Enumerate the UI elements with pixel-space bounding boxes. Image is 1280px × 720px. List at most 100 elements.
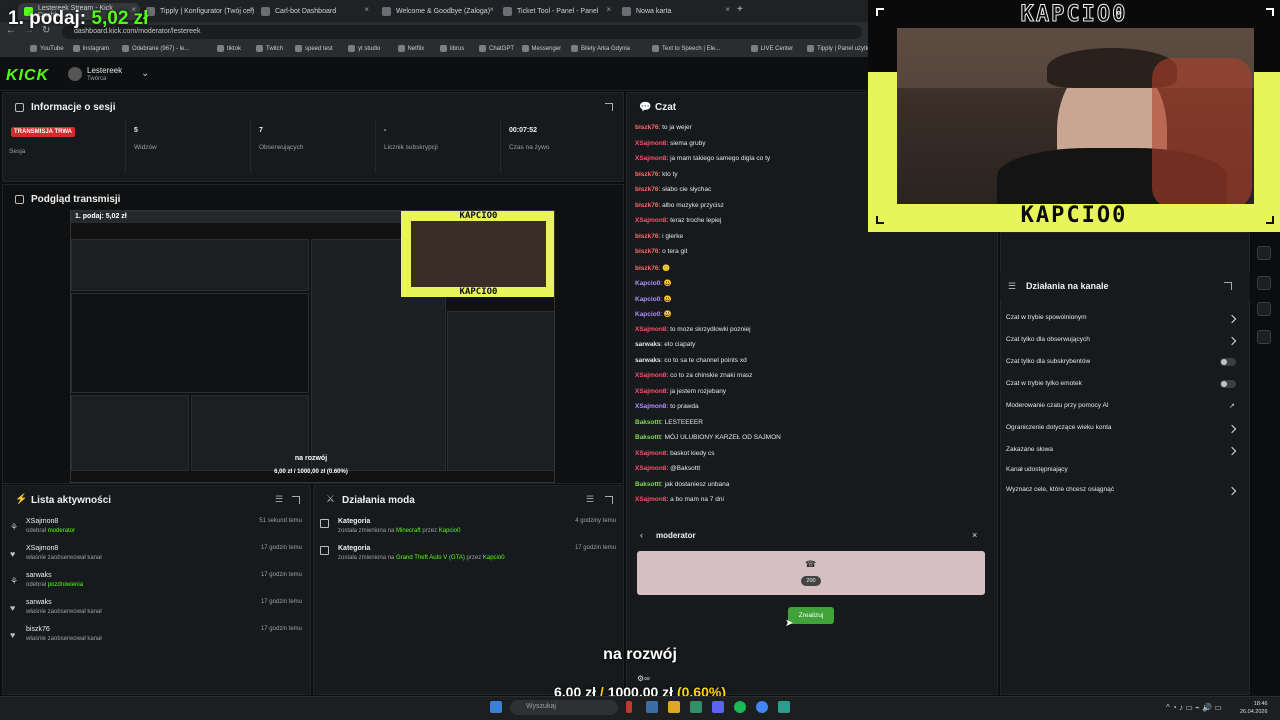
- chat-username[interactable]: Kapcio0: [635, 311, 660, 318]
- browser-tab[interactable]: Welcome & Goodbye (Zaloga) ×: [376, 3, 498, 20]
- close-icon[interactable]: ×: [489, 5, 494, 14]
- stream-preview-video[interactable]: 1. podaj: 5,02 zł KAPCIO0 KAPCIO0 na roz…: [70, 210, 555, 483]
- chat-username[interactable]: XSajmon8: [635, 388, 666, 395]
- expand-icon[interactable]: [1224, 282, 1232, 290]
- bookmark-item[interactable]: LIVE Center: [750, 45, 793, 52]
- chat-message[interactable]: Baksottt: jak dostaniesz unbana: [635, 481, 729, 488]
- expand-icon[interactable]: [605, 496, 613, 504]
- chat-username[interactable]: biszk76: [635, 186, 659, 193]
- chat-username[interactable]: Baksottt: [635, 419, 661, 426]
- bookmark-item[interactable]: Twitch: [256, 45, 283, 52]
- chat-message[interactable]: XSajmon8: to moze skrzydlowki pozniej: [635, 326, 751, 333]
- wrench-rail-icon[interactable]: [1257, 330, 1271, 344]
- chat-username[interactable]: biszk76: [635, 202, 659, 209]
- chat-message[interactable]: biszk76: kto ty: [635, 171, 678, 178]
- browser-tab[interactable]: Ticket Tool - Panel - Panel ×: [497, 3, 615, 20]
- category-link[interactable]: Grand Theft Auto V (GTA): [396, 555, 465, 561]
- chat-message[interactable]: XSajmon8: a bo mam na 7 dni: [635, 496, 724, 503]
- external-link-icon[interactable]: ↗: [1229, 402, 1235, 410]
- chat-message[interactable]: Kapcio0: 😃: [635, 310, 672, 318]
- channel-action-item[interactable]: Zakazane słowa: [1006, 446, 1053, 453]
- user-link[interactable]: Kapcio0: [439, 528, 461, 534]
- chat-message[interactable]: biszk76: to ja wejer: [635, 124, 692, 131]
- windows-start-icon[interactable]: [490, 701, 502, 713]
- channel-action-item[interactable]: Czat tylko dla subskrybentów: [1006, 358, 1090, 365]
- chevron-down-icon[interactable]: ⌄: [141, 68, 149, 79]
- chat-username[interactable]: XSajmon8: [635, 465, 666, 472]
- tray-icons[interactable]: ^ ◔ ♪ ▭ ⌁ 🔊 ▭: [1166, 703, 1222, 712]
- chat-message[interactable]: Kapcio0: 😃: [635, 279, 672, 287]
- bookmark-item[interactable]: Messenger: [521, 45, 561, 52]
- chat-message[interactable]: XSajmon8: ja mam takiego samego digla co…: [635, 155, 770, 162]
- expand-icon[interactable]: [292, 496, 300, 504]
- activity-user[interactable]: biszk76: [26, 626, 50, 633]
- bookmark-item[interactable]: YouTube: [30, 45, 64, 52]
- bookmark-item[interactable]: Tipply | Panel użytk...: [807, 45, 874, 52]
- chat-message[interactable]: XSajmon8: @Baksottt: [635, 465, 700, 472]
- channel-action-item[interactable]: Czat tylko dla obserwujących: [1006, 336, 1090, 343]
- chat-username[interactable]: Baksottt: [635, 434, 661, 441]
- chat-username[interactable]: XSajmon8: [635, 403, 666, 410]
- bookmark-item[interactable]: ChatGPT: [479, 45, 514, 52]
- app-icon[interactable]: [626, 701, 632, 713]
- filter-icon[interactable]: ☰: [586, 494, 594, 505]
- chat-message[interactable]: biszk76: o tera git: [635, 248, 687, 255]
- channel-action-item[interactable]: Kanał udostępniający: [1006, 466, 1068, 473]
- app-icon[interactable]: [778, 701, 790, 713]
- chat-username[interactable]: biszk76: [635, 171, 659, 178]
- chat-message[interactable]: XSajmon8: to prawda: [635, 403, 699, 410]
- chat-username[interactable]: XSajmon8: [635, 326, 666, 333]
- back-icon[interactable]: ‹: [640, 530, 643, 540]
- bookmark-item[interactable]: librus: [440, 45, 464, 52]
- category-link[interactable]: Minecraft: [396, 528, 421, 534]
- chrome-icon[interactable]: [756, 701, 768, 713]
- chat-username[interactable]: Baksottt: [635, 481, 661, 488]
- bookmark-item[interactable]: Netflix: [397, 45, 424, 52]
- chat-username[interactable]: XSajmon8: [635, 217, 666, 224]
- expand-icon[interactable]: [605, 103, 613, 111]
- chat-rail-icon[interactable]: [1257, 246, 1271, 260]
- activity-user[interactable]: XSajmon8: [26, 545, 58, 552]
- chat-username[interactable]: biszk76: [635, 248, 659, 255]
- chat-username[interactable]: XSajmon8: [635, 140, 666, 147]
- browser-tab[interactable]: Nowa karta ×: [616, 3, 734, 20]
- chat-username[interactable]: sarwaks: [635, 341, 661, 348]
- taskbar-clock[interactable]: 18:46 26.04.2026: [1240, 700, 1268, 716]
- browser-tab[interactable]: Carl-bot Dashboard ×: [255, 3, 373, 20]
- bookmark-item[interactable]: yt studio: [348, 45, 380, 52]
- database-rail-icon[interactable]: [1257, 302, 1271, 316]
- channel-action-item[interactable]: Czat w trybie spowolnionym: [1006, 314, 1087, 321]
- url-input[interactable]: dashboard.kick.com/moderator/lestereek: [62, 25, 862, 39]
- chat-message[interactable]: Baksottt: LESTEEEER: [635, 419, 703, 426]
- close-icon[interactable]: ×: [249, 5, 254, 14]
- channel-action-item[interactable]: Moderowanie czatu przy pomocy AI: [1006, 402, 1109, 409]
- chat-username[interactable]: sarwaks: [635, 357, 661, 364]
- chat-username[interactable]: XSajmon8: [635, 450, 666, 457]
- chat-username[interactable]: biszk76: [635, 124, 659, 131]
- bookmark-item[interactable]: Text to Speech | Ele...: [652, 45, 720, 52]
- browser-tab[interactable]: Tipply | Konfigurator (Twój cel) ×: [140, 3, 258, 20]
- toggle-switch[interactable]: [1220, 358, 1236, 366]
- puzzle-rail-icon[interactable]: [1257, 358, 1271, 372]
- filter-icon[interactable]: ☰: [275, 494, 283, 505]
- app-icon[interactable]: [690, 701, 702, 713]
- close-icon[interactable]: ×: [725, 5, 730, 14]
- bookmark-item[interactable]: tiktok: [217, 45, 241, 52]
- channel-action-item[interactable]: Ograniczenie dotyczące wieku konta: [1006, 424, 1112, 431]
- chat-message[interactable]: Kapcio0: 😃: [635, 295, 672, 303]
- new-tab-icon[interactable]: +: [737, 4, 743, 15]
- toggle-switch[interactable]: [1220, 380, 1236, 388]
- spotify-icon[interactable]: [734, 701, 746, 713]
- broadcast-rail-icon[interactable]: [1257, 276, 1271, 290]
- activity-user[interactable]: XSajmon8: [26, 518, 58, 525]
- kick-logo[interactable]: KICK: [6, 67, 49, 85]
- chat-message[interactable]: biszk76: albo muzyke przycisz: [635, 202, 724, 209]
- chat-message[interactable]: XSajmon8: co to za chinskie znaki masz: [635, 372, 752, 379]
- chat-message[interactable]: XSajmon8: baskot kiedy cs: [635, 450, 715, 457]
- bookmark-item[interactable]: Bilety Arka Gdynia: [571, 45, 630, 52]
- user-name[interactable]: Lestereek: [87, 66, 122, 75]
- chat-username[interactable]: Kapcio0: [635, 280, 660, 287]
- chat-message[interactable]: biszk76: 🙂: [635, 264, 670, 272]
- chat-message[interactable]: biszk76: i glerke: [635, 233, 683, 240]
- chat-message[interactable]: Baksottt: MÓJ ULUBIONY KARZEŁ OD SAJMON: [635, 434, 781, 441]
